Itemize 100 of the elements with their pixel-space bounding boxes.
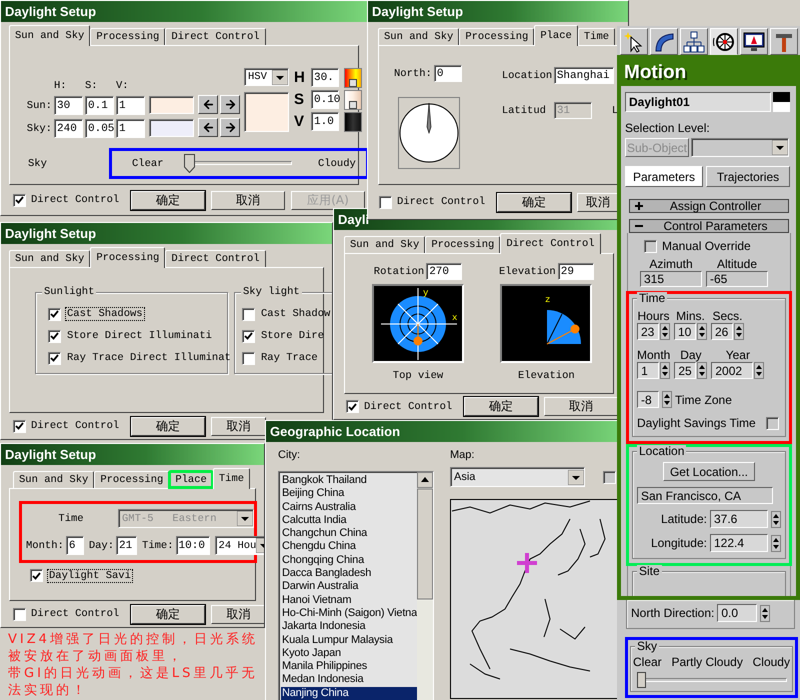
tab[interactable]: Place: [169, 471, 213, 488]
date-field[interactable]: 25: [674, 362, 696, 379]
tab[interactable]: Processing: [90, 28, 166, 45]
number-field[interactable]: 30: [54, 96, 83, 115]
tab[interactable]: Time: [578, 28, 616, 45]
tab[interactable]: Direct Control: [165, 250, 266, 267]
date-field[interactable]: 6: [66, 536, 84, 555]
city-item[interactable]: Ho-Chi-Minh (Saigon) Vietna: [281, 606, 418, 620]
checkbox[interactable]: [30, 569, 43, 582]
cancel-button[interactable]: 取消: [544, 397, 618, 416]
checkbox[interactable]: [242, 330, 255, 342]
tab[interactable]: Time: [212, 468, 250, 489]
city-item[interactable]: Medan Indonesia: [281, 673, 418, 687]
city-item[interactable]: Chengdu China: [281, 540, 418, 554]
command-panel-tab[interactable]: [680, 28, 708, 55]
region-dropdown[interactable]: Asia: [450, 467, 585, 487]
color-swatch[interactable]: [149, 96, 194, 114]
spinner-arrows-icon[interactable]: [662, 391, 672, 408]
ok-button[interactable]: 确定: [464, 397, 538, 416]
color-strip[interactable]: [344, 68, 362, 88]
command-panel-tab[interactable]: [710, 28, 738, 55]
city-item[interactable]: Hanoi Vietnam: [281, 594, 418, 607]
checkbox[interactable]: [766, 416, 779, 430]
dropdown-arrow-icon[interactable]: [272, 70, 288, 84]
angle-field[interactable]: 29: [558, 263, 594, 280]
city-item[interactable]: Beijing China: [281, 487, 418, 501]
get-location-button[interactable]: Get Location...: [663, 462, 755, 481]
tab[interactable]: Place: [534, 25, 578, 46]
color-swatch[interactable]: [773, 92, 790, 112]
number-field[interactable]: 240: [54, 119, 83, 138]
copy-right-button[interactable]: [220, 95, 240, 114]
object-name-field[interactable]: Daylight01: [625, 92, 771, 112]
rollout-header[interactable]: Control Parameters: [629, 219, 789, 233]
top-view-panel[interactable]: y x: [372, 284, 464, 363]
checkbox[interactable]: [48, 352, 61, 364]
checkbox[interactable]: [48, 330, 61, 342]
city-item[interactable]: Cairns Australia: [281, 500, 418, 514]
sub-tab[interactable]: Trajectories: [706, 166, 790, 187]
checkbox[interactable]: [13, 608, 26, 620]
date-field[interactable]: 1: [637, 362, 660, 379]
city-item[interactable]: Nanjing China: [281, 686, 418, 700]
cancel-button[interactable]: 取消: [577, 192, 619, 212]
time-field[interactable]: 10: [674, 323, 696, 340]
tab[interactable]: Direct Control: [500, 233, 601, 254]
copy-left-button[interactable]: [198, 118, 218, 137]
number-field[interactable]: 1.0: [311, 112, 339, 131]
north-direction-field[interactable]: 0.0: [717, 604, 758, 622]
color-strip[interactable]: [344, 112, 362, 132]
spinner-arrows-icon[interactable]: [697, 362, 708, 379]
city-item[interactable]: Darwin Australia: [281, 580, 418, 594]
copy-right-button[interactable]: [220, 118, 240, 137]
rollout-header[interactable]: Assign Controller: [629, 199, 789, 213]
number-field[interactable]: 30.: [311, 68, 339, 87]
spinner-arrows-icon[interactable]: [771, 510, 781, 528]
elevation-view-panel[interactable]: z: [500, 284, 592, 363]
checkbox[interactable]: [644, 240, 657, 252]
color-strip[interactable]: [344, 90, 362, 110]
spinner-arrows-icon[interactable]: [734, 323, 744, 340]
command-panel-tab[interactable]: [620, 28, 648, 55]
slider-thumb[interactable]: [637, 672, 648, 691]
sub-tab[interactable]: Parameters: [625, 166, 703, 187]
tab[interactable]: Sun and Sky: [9, 250, 90, 267]
checkbox[interactable]: [48, 308, 61, 320]
spinner-arrows-icon[interactable]: [771, 534, 781, 552]
city-item[interactable]: Bangkok Thailand: [281, 474, 418, 488]
slider[interactable]: [637, 672, 787, 689]
spinner-arrows-icon[interactable]: [660, 323, 670, 340]
tab[interactable]: Processing: [94, 471, 170, 488]
color-swatch[interactable]: [149, 119, 194, 137]
tab[interactable]: Processing: [425, 236, 500, 253]
checkbox[interactable]: [242, 352, 255, 364]
checkbox[interactable]: [346, 400, 359, 413]
number-field[interactable]: 1: [116, 96, 145, 115]
command-panel-tab[interactable]: [740, 28, 768, 55]
city-item[interactable]: Dacca Bangladesh: [281, 567, 418, 580]
date-field[interactable]: 21: [116, 536, 138, 555]
sub-object-dropdown[interactable]: [691, 138, 789, 157]
city-list[interactable]: [278, 471, 434, 700]
time-zone-field[interactable]: -8: [637, 391, 659, 408]
command-panel-tab[interactable]: [770, 28, 798, 55]
city-item[interactable]: Jakarta Indonesia: [281, 620, 418, 634]
coordinate-field[interactable]: 37.6: [710, 510, 768, 528]
checkbox[interactable]: [13, 420, 26, 432]
cancel-button[interactable]: 取消: [211, 416, 266, 436]
compass-dial-drawing[interactable]: [398, 97, 460, 169]
cancel-button[interactable]: 取消: [211, 604, 264, 624]
north-field[interactable]: 0: [434, 65, 462, 82]
city-item[interactable]: Chongqing China: [281, 554, 418, 568]
spinner-arrows-icon[interactable]: [697, 323, 707, 340]
checkbox[interactable]: [603, 470, 616, 484]
tab[interactable]: Sun and Sky: [344, 236, 426, 253]
time-field[interactable]: 23: [637, 323, 659, 340]
time-field[interactable]: 26: [711, 323, 733, 340]
city-item[interactable]: Kyoto Japan: [281, 646, 418, 660]
city-item[interactable]: Kuala Lumpur Malaysia: [281, 634, 418, 647]
number-field[interactable]: 0.1: [85, 96, 114, 115]
number-field[interactable]: 0.10: [311, 90, 339, 109]
ok-button[interactable]: 确定: [131, 604, 205, 624]
cancel-button[interactable]: 取消: [211, 190, 285, 210]
number-field[interactable]: 0.05: [85, 119, 114, 138]
